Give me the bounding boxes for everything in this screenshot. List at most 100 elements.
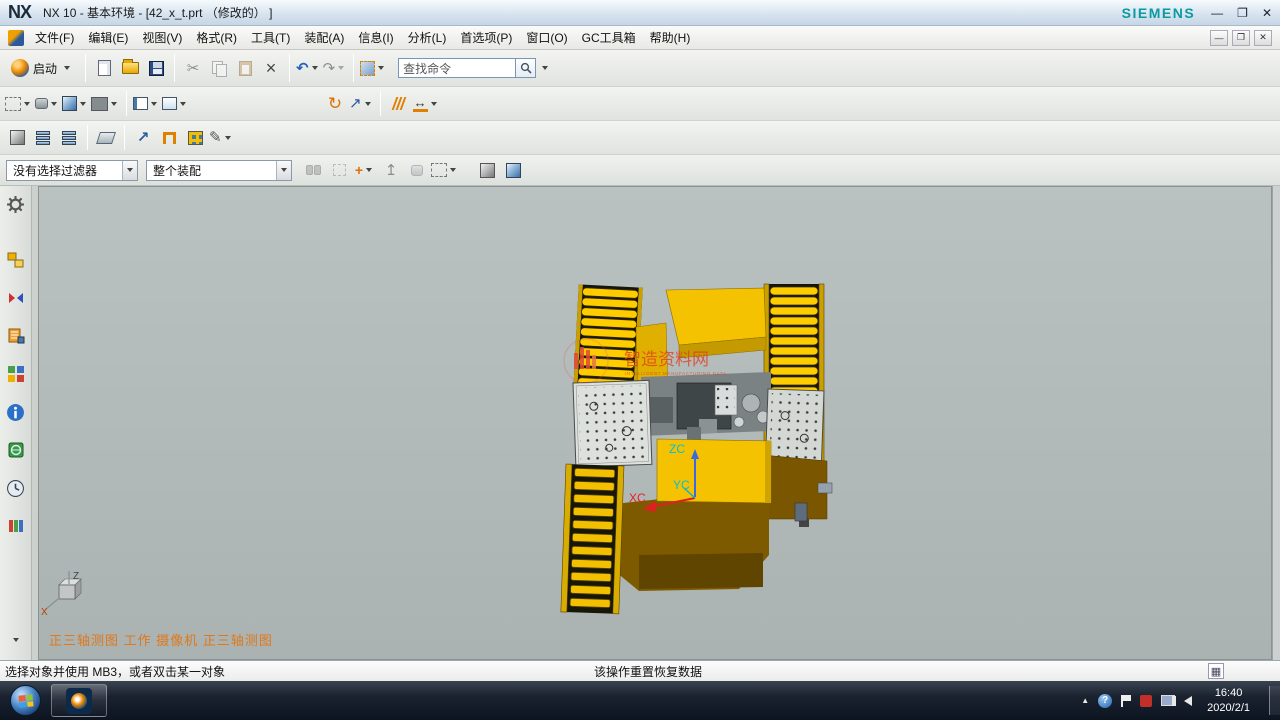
menu-window[interactable]: 窗口(O) [519,26,574,49]
select-solids-button[interactable] [500,157,526,183]
menu-view[interactable]: 视图(V) [135,26,189,49]
selection-filter-dropdown[interactable]: 没有选择过滤器 [6,160,138,181]
cut-button[interactable]: ✂ [180,55,206,81]
chevron-down-icon[interactable] [51,102,57,106]
start-button[interactable] [10,685,41,716]
move-up-button[interactable]: ↥ [378,157,404,183]
child-minimize-button[interactable]: — [1210,30,1228,46]
chevron-down-icon[interactable] [365,102,371,106]
orient-view-button[interactable] [4,91,34,117]
search-button[interactable] [516,58,536,78]
assembly-navigator-tab[interactable] [4,248,28,272]
menu-edit[interactable]: 编辑(E) [81,26,135,49]
menu-preferences[interactable]: 首选项(P) [453,26,519,49]
menu-gc-toolbox[interactable]: GC工具箱 [575,26,643,49]
find-component-button[interactable] [4,125,30,151]
part-navigator-tab[interactable] [4,324,28,348]
show-hide-icon: ↗ [349,96,362,111]
system-materials-tab[interactable] [4,514,28,538]
menu-help[interactable]: 帮助(H) [643,26,698,49]
shaded-view-button[interactable] [61,91,90,117]
taskbar-clock[interactable]: 16:40 2020/2/1 [1207,686,1250,716]
menu-information[interactable]: 信息(I) [351,26,400,49]
sequence-button[interactable] [56,125,82,151]
menu-tools[interactable]: 工具(T) [244,26,297,49]
show-desktop-button[interactable] [1269,686,1280,716]
child-restore-button[interactable]: ❐ [1232,30,1250,46]
minimize-button[interactable]: — [1211,6,1223,20]
history-tab[interactable] [4,476,28,500]
dropdown-button[interactable] [122,161,137,180]
action-center-flag-icon[interactable] [1121,695,1131,707]
reuse-library-tab[interactable] [4,362,28,386]
exploded-views-button[interactable] [30,125,56,151]
paste-button[interactable] [232,55,258,81]
rectangle-select-button[interactable] [430,157,460,183]
chevron-down-icon[interactable] [151,102,157,106]
menu-assemblies[interactable]: 装配(A) [297,26,351,49]
undo-button[interactable]: ↶ [295,55,322,81]
deselect-button[interactable] [404,157,430,183]
model-canvas[interactable]: ZC YC XC 智造资料网 INTELLIGENT MANUFACTURING… [39,187,1272,659]
rotate-view-button[interactable]: ↻ [322,91,348,117]
chevron-down-icon[interactable] [24,102,30,106]
show-hide-button[interactable]: ↗ [348,91,375,117]
find-in-window-button[interactable] [300,157,326,183]
menu-file[interactable]: 文件(F) [28,26,81,49]
chevron-down-icon[interactable] [338,66,344,70]
child-close-button[interactable]: ✕ [1254,30,1272,46]
hidden-icons-button[interactable]: ▲ [1081,697,1089,705]
chevron-down-icon[interactable] [80,102,86,106]
chevron-down-icon[interactable] [180,102,186,106]
view-triad[interactable]: Z X [41,571,81,618]
close-button[interactable]: ✕ [1262,6,1272,20]
tray-red-app-icon[interactable] [1140,695,1152,707]
window-cascade-button[interactable] [161,91,190,117]
chevron-down-icon[interactable] [366,168,372,172]
hd3d-tools-tab[interactable] [4,400,28,424]
add-to-selection-button[interactable]: + [352,157,378,183]
open-button[interactable] [117,55,143,81]
touch-mode-button[interactable] [359,55,388,81]
constraint-navigator-tab[interactable] [4,286,28,310]
volume-icon[interactable] [1184,696,1192,706]
chevron-down-icon[interactable] [312,66,318,70]
window-layout-button[interactable] [132,91,161,117]
selection-scope-dropdown[interactable]: 整个装配 [146,160,292,181]
clearance-button[interactable] [93,125,119,151]
web-browser-tab[interactable] [4,438,28,462]
start-menu-button[interactable]: 启动 [4,55,80,81]
search-options-chevron-icon[interactable] [542,66,548,70]
roles-gear-button[interactable] [4,192,28,216]
tray-help-icon[interactable]: ? [1098,694,1112,708]
chevron-down-icon[interactable] [111,102,117,106]
chevron-down-icon[interactable] [431,102,437,106]
menu-format[interactable]: 格式(R) [189,26,244,49]
graphics-window[interactable]: ZC YC XC 智造资料网 INTELLIGENT MANUFACTURING… [38,186,1272,660]
status-grid-button[interactable]: ▦ [1208,663,1224,679]
highlight-solids-button[interactable] [474,157,500,183]
dropdown-button[interactable] [276,161,291,180]
select-all-button[interactable] [326,157,352,183]
menu-analysis[interactable]: 分析(L) [401,26,454,49]
redo-button[interactable]: ↷ [322,55,349,81]
taskbar-nx-app[interactable] [51,684,107,717]
command-finder-input[interactable] [398,58,516,78]
pattern-component-button[interactable] [182,125,208,151]
new-file-button[interactable] [91,55,117,81]
delete-button[interactable]: × [258,55,284,81]
measure-button[interactable]: ↔ [412,91,441,117]
save-button[interactable] [143,55,169,81]
edit-component-button[interactable]: ✎ [208,125,235,151]
move-component-button[interactable]: ↗ [130,125,156,151]
background-button[interactable] [90,91,121,117]
copy-button[interactable] [206,55,232,81]
render-style-button[interactable] [34,91,61,117]
resource-bar-expand-button[interactable] [10,642,22,656]
chevron-down-icon[interactable] [378,66,384,70]
snap-point-button[interactable] [386,91,412,117]
assembly-constraints-button[interactable] [156,125,182,151]
chevron-down-icon[interactable] [225,136,231,140]
chevron-down-icon[interactable] [450,168,456,172]
maximize-button[interactable]: ❐ [1237,6,1248,20]
